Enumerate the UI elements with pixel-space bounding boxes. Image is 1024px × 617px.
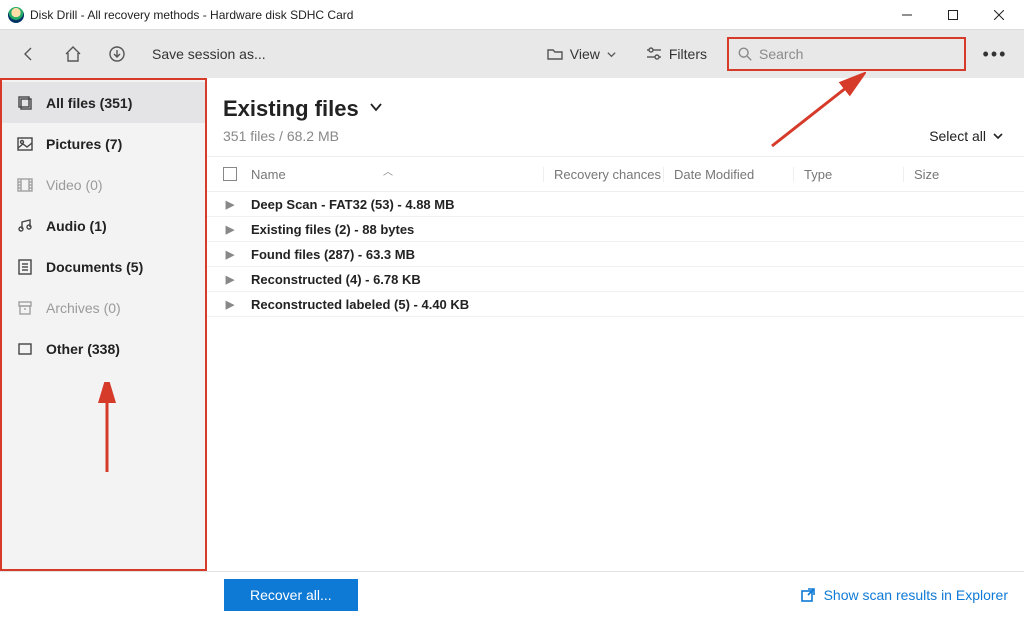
other-icon <box>16 340 34 358</box>
chevron-down-icon <box>992 130 1004 142</box>
main-area: All files (351) Pictures (7) Video (0) A… <box>0 78 1024 571</box>
back-button[interactable] <box>12 39 46 69</box>
column-name[interactable]: Name ︿ <box>243 167 543 182</box>
sidebar-item-other[interactable]: Other (338) <box>2 328 205 369</box>
sidebar-item-label: Archives (0) <box>46 300 121 316</box>
sidebar-item-label: Other (338) <box>46 341 120 357</box>
row-label: Reconstructed labeled (5) - 4.40 KB <box>243 297 469 312</box>
window-title: Disk Drill - All recovery methods - Hard… <box>30 8 353 22</box>
titlebar: Disk Drill - All recovery methods - Hard… <box>0 0 1024 30</box>
select-all-label: Select all <box>929 128 986 144</box>
open-external-icon <box>800 587 816 603</box>
column-size[interactable]: Size <box>903 167 1014 182</box>
sidebar-item-label: Audio (1) <box>46 218 107 234</box>
table-row[interactable]: ▶ Deep Scan - FAT32 (53) - 4.88 MB <box>207 192 1024 217</box>
footer: Recover all... Show scan results in Expl… <box>0 571 1024 617</box>
app-icon <box>8 7 24 23</box>
minimize-button[interactable] <box>884 0 930 30</box>
sliders-icon <box>645 45 663 63</box>
select-all-button[interactable]: Select all <box>929 128 1004 144</box>
maximize-button[interactable] <box>930 0 976 30</box>
sidebar-item-label: Documents (5) <box>46 259 143 275</box>
sort-indicator-icon: ︿ <box>383 163 393 178</box>
content: Existing files 351 files / 68.2 MB Selec… <box>207 78 1024 571</box>
search-icon <box>737 46 753 62</box>
filters-label: Filters <box>669 46 707 62</box>
toolbar: Save session as... View Filters ••• <box>0 30 1024 78</box>
sidebar-item-audio[interactable]: Audio (1) <box>2 205 205 246</box>
column-recovery[interactable]: Recovery chances <box>543 167 663 182</box>
download-button[interactable] <box>100 39 134 69</box>
expand-icon[interactable]: ▶ <box>217 198 243 211</box>
annotation-arrow-sidebar <box>94 382 120 478</box>
sidebar-item-archives[interactable]: Archives (0) <box>2 287 205 328</box>
content-header: Existing files 351 files / 68.2 MB Selec… <box>207 78 1024 156</box>
picture-icon <box>16 135 34 153</box>
table-row[interactable]: ▶ Reconstructed (4) - 6.78 KB <box>207 267 1024 292</box>
table-row[interactable]: ▶ Existing files (2) - 88 bytes <box>207 217 1024 242</box>
save-session-label: Save session as... <box>152 46 266 62</box>
sidebar-item-pictures[interactable]: Pictures (7) <box>2 123 205 164</box>
more-menu-button[interactable]: ••• <box>978 44 1012 65</box>
row-label: Found files (287) - 63.3 MB <box>243 247 415 262</box>
save-session-button[interactable]: Save session as... <box>144 40 274 68</box>
chevron-down-icon <box>606 49 617 60</box>
column-date[interactable]: Date Modified <box>663 167 793 182</box>
show-in-explorer-label: Show scan results in Explorer <box>824 587 1008 603</box>
row-label: Deep Scan - FAT32 (53) - 4.88 MB <box>243 197 455 212</box>
folder-icon <box>546 45 564 63</box>
close-button[interactable] <box>976 0 1022 30</box>
select-all-checkbox[interactable] <box>223 167 237 181</box>
sidebar-item-documents[interactable]: Documents (5) <box>2 246 205 287</box>
heading-dropdown[interactable] <box>369 100 383 119</box>
show-in-explorer-link[interactable]: Show scan results in Explorer <box>800 587 1008 603</box>
archive-icon <box>16 299 34 317</box>
search-input[interactable] <box>759 46 956 62</box>
sidebar-item-label: Video (0) <box>46 177 103 193</box>
rows: ▶ Deep Scan - FAT32 (53) - 4.88 MB ▶ Exi… <box>207 192 1024 317</box>
video-icon <box>16 176 34 194</box>
content-heading: Existing files <box>223 96 359 122</box>
expand-icon[interactable]: ▶ <box>217 248 243 261</box>
sidebar-item-all-files[interactable]: All files (351) <box>2 82 205 123</box>
window-controls <box>884 0 1022 30</box>
row-label: Existing files (2) - 88 bytes <box>243 222 414 237</box>
view-label: View <box>570 46 600 62</box>
audio-icon <box>16 217 34 235</box>
expand-icon[interactable]: ▶ <box>217 223 243 236</box>
table-header: Name ︿ Recovery chances Date Modified Ty… <box>207 156 1024 192</box>
search-field-wrap[interactable] <box>727 37 966 71</box>
sidebar-item-video[interactable]: Video (0) <box>2 164 205 205</box>
home-button[interactable] <box>56 39 90 69</box>
sidebar-item-label: Pictures (7) <box>46 136 122 152</box>
stack-icon <box>16 94 34 112</box>
expand-icon[interactable]: ▶ <box>217 298 243 311</box>
row-label: Reconstructed (4) - 6.78 KB <box>243 272 421 287</box>
sidebar-item-label: All files (351) <box>46 95 132 111</box>
view-menu[interactable]: View <box>538 39 625 69</box>
recover-all-button[interactable]: Recover all... <box>224 579 358 611</box>
table-row[interactable]: ▶ Reconstructed labeled (5) - 4.40 KB <box>207 292 1024 317</box>
filters-button[interactable]: Filters <box>637 39 715 69</box>
document-icon <box>16 258 34 276</box>
table-row[interactable]: ▶ Found files (287) - 63.3 MB <box>207 242 1024 267</box>
sidebar: All files (351) Pictures (7) Video (0) A… <box>0 78 207 571</box>
content-subheading: 351 files / 68.2 MB <box>223 128 1008 144</box>
expand-icon[interactable]: ▶ <box>217 273 243 286</box>
column-type[interactable]: Type <box>793 167 903 182</box>
